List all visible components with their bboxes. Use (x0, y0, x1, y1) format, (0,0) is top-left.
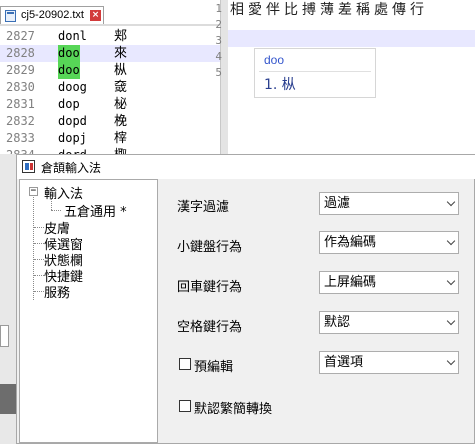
chevron-down-icon (446, 197, 456, 207)
trad-simp-convert-label: 默認繁簡轉換 (194, 402, 273, 417)
char-filter-label: 漢字過濾 (177, 200, 230, 215)
preedit-checkbox[interactable] (179, 358, 191, 370)
line-code: doo (58, 45, 80, 62)
candidate-window: doo 1. 枞 (254, 48, 376, 98)
tree-item-input-method[interactable]: 輸入法 (44, 183, 83, 202)
trad-simp-convert-checkbox[interactable] (179, 400, 191, 412)
candidate-input-code: doo (264, 53, 285, 67)
document-icon (5, 10, 16, 22)
line-code: donl (58, 29, 87, 43)
preedit-label: 預編輯 (194, 360, 234, 375)
enter-behavior-select[interactable]: 上屏編碼 (319, 271, 459, 294)
line-char: 來 (114, 46, 128, 61)
line-code: dop (58, 97, 80, 111)
line-char: 柲 (114, 97, 128, 112)
dialog-title: 倉頡輸入法 (41, 161, 102, 175)
line-char: 枞 (114, 63, 128, 78)
candidate-item[interactable]: 1. 枞 (264, 74, 296, 94)
line-code: dopd (58, 114, 87, 128)
line-number: 2828 (6, 46, 35, 60)
tree-connector-line (33, 197, 34, 300)
code-list: 2827 donl 郏 2828 doo 來 2829 doo 枞 2830 doog 㚜 2831 do… (0, 28, 220, 164)
line-code: dopj (58, 131, 87, 145)
gutter-line-number: 3 (215, 34, 222, 47)
line-code: doog (58, 80, 87, 94)
close-tab-icon[interactable]: × (90, 10, 101, 21)
char-filter-value: 過濾 (324, 196, 351, 211)
chevron-down-icon (446, 276, 456, 286)
line-number: 2830 (6, 80, 35, 94)
code-line[interactable]: 2832 dopd 梚 (0, 113, 220, 130)
candidate-separator (259, 71, 371, 72)
underlying-window-dark-area (0, 384, 16, 414)
dialog-title-bar[interactable]: 倉頡輸入法 (17, 155, 475, 179)
space-behavior-select[interactable]: 默認 (319, 311, 459, 334)
chevron-down-icon (446, 356, 456, 366)
tree-item-services[interactable]: 服務 (44, 282, 70, 301)
tree-connector-line (34, 227, 44, 228)
underlying-window-control (0, 325, 9, 347)
char-filter-select[interactable]: 過濾 (319, 192, 459, 215)
current-line-highlight (228, 30, 475, 47)
line-char: 㚜 (114, 80, 128, 95)
ime-app-icon (22, 160, 35, 173)
chevron-down-icon (446, 316, 456, 326)
space-behavior-value: 默認 (324, 315, 351, 330)
file-tab-title: cj5-20902.txt (21, 9, 84, 21)
tree-item-wucang[interactable]: 五倉通用 * (64, 201, 127, 220)
file-tab[interactable]: cj5-20902.txt × (0, 6, 104, 24)
editor-text-line: 相愛伴比搏薄差稱處傳行 (230, 2, 428, 18)
collapse-toggle-icon[interactable]: − (29, 187, 38, 196)
settings-tree: − 輸入法 五倉通用 * 皮膚 候選窗 狀態欄 快捷鍵 服務 (19, 179, 158, 443)
line-number: 2831 (6, 97, 35, 111)
space-behavior-label: 空格鍵行為 (177, 320, 243, 335)
tree-connector-line (34, 291, 44, 292)
line-number: 2829 (6, 63, 35, 77)
settings-dialog: 倉頡輸入法 − 輸入法 五倉通用 * 皮膚 候選窗 狀態欄 快捷鍵 服務 漢字過… (16, 154, 475, 444)
chevron-down-icon (446, 236, 456, 246)
line-char: 梚 (114, 114, 128, 129)
gutter-line-number: 2 (215, 18, 222, 31)
numpad-behavior-select[interactable]: 作為編碼 (319, 231, 459, 254)
enter-behavior-label: 回車鍵行為 (177, 280, 243, 295)
line-number: 2832 (6, 114, 35, 128)
gutter-line-number: 5 (215, 66, 222, 79)
code-line[interactable]: 2830 doog 㚜 (0, 79, 220, 96)
line-char: 榟 (114, 131, 128, 146)
tab-strip-divider (0, 24, 220, 26)
enter-behavior-value: 上屏編碼 (324, 275, 377, 290)
tree-connector-line (51, 210, 61, 211)
code-line[interactable]: 2831 dop 柲 (0, 96, 220, 113)
tree-connector-line (34, 243, 44, 244)
tree-connector-line (34, 259, 44, 260)
code-line[interactable]: 2828 doo 來 (0, 45, 220, 62)
numpad-behavior-value: 作為編碼 (324, 235, 377, 250)
preedit-select[interactable]: 首選項 (319, 351, 459, 374)
code-line[interactable]: 2829 doo 枞 (0, 62, 220, 79)
gutter-line-number: 1 (215, 2, 222, 15)
tree-connector-line (34, 275, 44, 276)
numpad-behavior-label: 小鍵盤行為 (177, 240, 243, 255)
line-number: 2827 (6, 29, 35, 43)
code-line[interactable]: 2827 donl 郏 (0, 28, 220, 45)
gutter-line-number: 4 (215, 50, 222, 63)
line-number: 2833 (6, 131, 35, 145)
code-line[interactable]: 2833 dopj 榟 (0, 130, 220, 147)
preedit-value: 首選項 (324, 355, 364, 370)
line-char: 郏 (114, 29, 128, 44)
line-code: doo (58, 62, 80, 79)
